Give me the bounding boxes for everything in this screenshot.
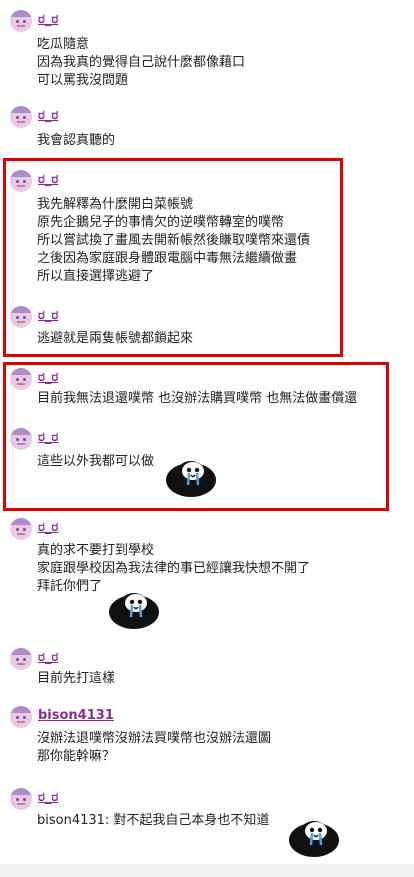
crying-penguin-sticker	[166, 461, 216, 497]
avatar[interactable]	[10, 106, 32, 128]
message-line: 因為我真的覺得自己說什麼都像藉口	[37, 55, 246, 70]
crying-penguin-sticker	[109, 593, 159, 629]
message-line: 吃瓜隨意	[37, 37, 90, 52]
avatar[interactable]	[10, 306, 32, 328]
avatar[interactable]	[10, 648, 32, 670]
avatar[interactable]	[10, 788, 32, 810]
username-link[interactable]: ರ_ರ	[38, 520, 58, 535]
message-line: 之後因為家庭跟身體跟電腦中毒無法繼續做畫	[37, 251, 298, 266]
message-line: 拜託你們了	[37, 579, 103, 594]
message-line: 所以直接選擇逃避了	[37, 269, 155, 284]
avatar[interactable]	[10, 518, 32, 540]
avatar[interactable]	[10, 428, 32, 450]
avatar[interactable]	[10, 368, 32, 390]
username-link[interactable]: ರ_ರ	[38, 370, 58, 385]
username-link[interactable]: ರ_ರ	[38, 308, 58, 323]
message-line: 家庭跟學校因為我法律的事已經讓我快想不開了	[37, 561, 311, 576]
message-line: 所以嘗試換了畫風去開新帳然後賺取噗幣來還債	[37, 233, 311, 248]
avatar[interactable]	[10, 706, 32, 728]
username-link[interactable]: ರ_ರ	[38, 650, 58, 665]
avatar[interactable]	[10, 10, 32, 32]
message-line: 目前先打這樣	[37, 671, 116, 686]
message-line: 可以罵我沒問題	[37, 73, 129, 88]
message-line: 真的求不要打到學校	[37, 543, 155, 558]
message-line: bison4131: 對不起我自己本身也不知道	[37, 813, 270, 828]
avatar[interactable]	[10, 170, 32, 192]
username-link[interactable]: ರ_ರ	[38, 430, 58, 445]
username-link[interactable]: ರ_ರ	[38, 172, 58, 187]
message-line: 我會認真聽的	[37, 133, 116, 148]
message-line: 我先解釋為什麼開白菜帳號	[37, 197, 194, 212]
username-link[interactable]: bison4131	[38, 708, 114, 723]
message-line: 沒辦法退噗幣沒辦法買噗幣也沒辦法還圖	[37, 731, 272, 746]
message-line: 這些以外我都可以做	[37, 454, 155, 469]
username-link[interactable]: ರ_ರ	[38, 12, 58, 27]
message-line: 目前我無法退還噗幣 也沒辦法購買噗幣 也無法做畫償還	[37, 391, 358, 406]
username-link[interactable]: ರ_ರ	[38, 790, 58, 805]
username-link[interactable]: ರ_ರ	[38, 108, 58, 123]
message-line: 那你能幹嘛？	[37, 749, 116, 764]
crying-penguin-sticker	[289, 821, 339, 857]
footer-bar	[0, 864, 414, 877]
message-line: 逃避就是兩隻帳號都鎖起來	[37, 331, 194, 346]
message-line: 原先企鵝兒子的事情欠的逆噗幣轉室的噗幣	[37, 215, 285, 230]
